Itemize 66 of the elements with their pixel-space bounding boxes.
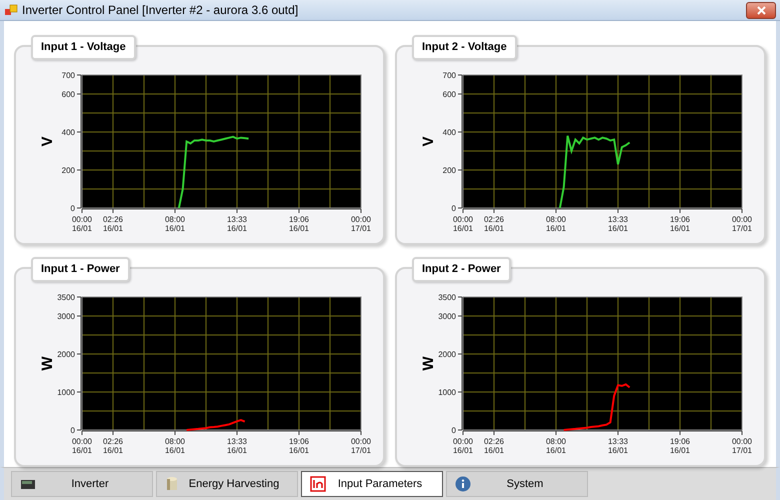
tick-label: 08:00 16/01 [164,437,186,456]
input-icon [310,476,326,492]
tick-label: 3500 [57,293,75,302]
tick-label: 19:06 16/01 [670,215,690,234]
tick-label: 08:00 16/01 [546,437,566,456]
tick-label: 200 [62,166,75,176]
tick-label: 00:00 17/01 [732,215,752,234]
tick-label: 200 [442,166,456,176]
window-title: Inverter Control Panel [Inverter #2 - aurora 3.6 outd] [22,2,298,20]
tick-label: 0 [452,426,456,436]
tick-label: 00:00 16/01 [72,215,92,234]
tick-label: 13:33 16/01 [608,215,628,234]
panel-title: Input 1 - Power [31,257,130,282]
axis-label: V [39,136,56,147]
panel-title: Input 2 - Power [412,257,511,282]
tab[interactable]: Input Parameters [301,471,443,498]
panel-title: Input 1 - Voltage [31,35,136,60]
tick-label: 600 [62,90,75,100]
tab[interactable]: System [446,471,588,498]
app-icon [4,3,18,18]
tick-label: 0 [70,204,75,214]
tick-label: 2000 [438,350,456,360]
tick-label: 00:00 16/01 [452,215,474,234]
tick-label: 00:00 17/01 [350,437,372,456]
tick-label: 00:00 16/01 [452,437,474,456]
axis-label: W [420,356,437,371]
tick-label: 700 [62,71,75,80]
tab[interactable]: Inverter [11,471,153,498]
tick-label: 02:26 16/01 [484,215,504,234]
tick-label: 2000 [57,350,75,360]
tick-label: 3000 [438,312,456,322]
info-icon [455,476,471,492]
data-line [186,419,246,432]
tick-label: 3000 [57,312,75,322]
tick-label: 400 [442,128,456,138]
tick-label: 02:26 16/01 [484,437,504,456]
tick-label: 08:00 16/01 [164,215,186,234]
tick-label: 13:33 16/01 [608,437,628,456]
tick-label: 0 [452,204,456,214]
axis-label: W [39,356,56,371]
tick-label: 00:00 17/01 [732,437,752,456]
close-icon [756,6,766,15]
tick-label: 0 [70,426,75,436]
tick-label: 19:06 16/01 [288,215,310,234]
tick-label: 08:00 16/01 [546,215,566,234]
tab[interactable]: Energy Harvesting [156,471,298,498]
tick-label: 19:06 16/01 [288,437,310,456]
close-button[interactable] [746,2,776,19]
axis-label: V [420,136,437,147]
tick-label: 1000 [438,388,456,398]
tick-label: 1000 [57,388,75,398]
tick-label: 400 [62,128,75,138]
tick-label: 600 [442,90,456,100]
tick-label: 13:33 16/01 [226,215,248,234]
tick-label: 700 [442,71,456,80]
cylinder-icon [165,476,179,492]
tick-label: 00:00 17/01 [350,215,372,234]
tick-label: 00:00 16/01 [72,437,92,456]
tick-label: 13:33 16/01 [226,437,248,456]
tick-label: 02:26 16/01 [102,215,124,234]
data-line [564,383,630,432]
tick-label: 19:06 16/01 [670,437,690,456]
tick-label: 3500 [438,293,456,302]
device-icon [20,477,36,492]
tick-label: 02:26 16/01 [102,437,124,456]
panel-title: Input 2 - Voltage [412,35,517,60]
